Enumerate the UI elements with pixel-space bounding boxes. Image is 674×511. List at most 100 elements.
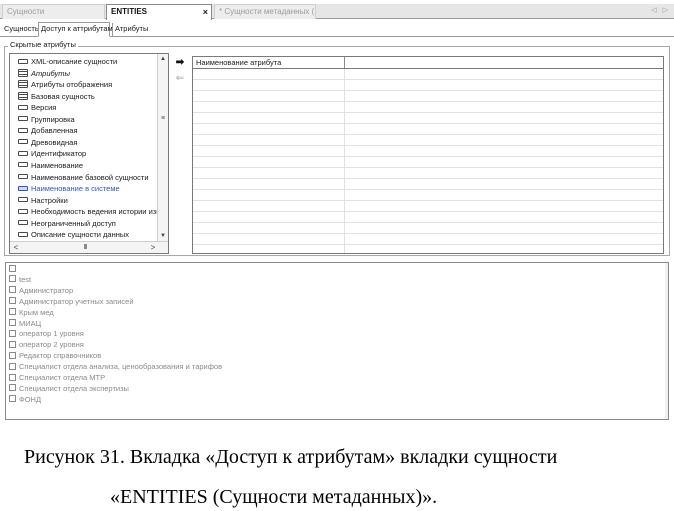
list-item[interactable]: Базовая сущность (18, 91, 158, 103)
column-header-attribute-name[interactable]: Наименование атрибута (196, 57, 281, 69)
tab-scroll-arrows-icon[interactable]: ◁ ▷ (651, 4, 670, 19)
role-label: МИАЦ (19, 318, 42, 328)
table-icon (18, 68, 28, 77)
attribute-label: Древовидная (31, 137, 78, 147)
list-item[interactable]: Наименование в системе (18, 183, 158, 195)
role-checkbox[interactable] (9, 264, 16, 272)
role-checkbox[interactable] (9, 297, 16, 305)
horizontal-scrollbar[interactable]: < III > (10, 241, 168, 253)
doc-tab-entities[interactable]: ENTITIES × (106, 4, 212, 20)
list-item[interactable]: Настройки (18, 195, 158, 207)
role-label: Крым мед (19, 307, 54, 317)
field-icon (18, 231, 28, 237)
scroll-right-icon[interactable]: > (148, 242, 158, 253)
role-item[interactable]: Специалист отдела экспертизы (9, 384, 129, 395)
role-item[interactable]: МИАЦ (9, 319, 41, 330)
list-item[interactable]: Идентификатор (18, 148, 158, 160)
role-item[interactable]: test (9, 275, 31, 286)
attribute-label: Добавленная (31, 126, 78, 136)
hscroll-grip-icon[interactable]: III (80, 242, 90, 253)
grid-rows (193, 69, 663, 253)
list-item[interactable]: XML-описание сущности (18, 56, 158, 68)
list-item[interactable]: Атрибуты (18, 68, 158, 80)
figure-caption-line-1: Рисунок 31. Вкладка «Доступ к атрибутам»… (24, 446, 558, 468)
role-checkbox[interactable] (9, 395, 16, 403)
role-checkbox[interactable] (9, 384, 16, 392)
attribute-items: XML-описание сущности Атрибуты Атрибуты от… (10, 54, 158, 242)
scroll-up-icon[interactable]: ▲ (158, 54, 168, 65)
scroll-left-icon[interactable]: < (11, 242, 21, 253)
role-checkbox[interactable] (9, 319, 16, 327)
table-icon (18, 91, 28, 100)
list-item[interactable]: Наименование (18, 160, 158, 172)
doc-tab-label: * Сущности метаданных (... (219, 7, 316, 16)
attribute-label: Группировка (31, 114, 75, 124)
role-label: Специалист отдела экспертизы (19, 383, 129, 393)
list-item[interactable]: Неограниченный доступ (18, 218, 158, 230)
role-checkbox[interactable] (9, 275, 16, 283)
attribute-label: Версия (31, 103, 57, 113)
role-label: оператор 2 уровня (19, 340, 84, 350)
add-attribute-arrow-icon[interactable]: ➡ (174, 57, 186, 69)
list-item[interactable]: Группировка (18, 114, 158, 126)
role-item[interactable]: оператор 1 уровня (9, 329, 84, 340)
attribute-grid[interactable]: Наименование атрибута (192, 56, 664, 254)
attribute-label: Необходимость ведения истории изменений (31, 207, 158, 217)
attribute-label: Неограниченный доступ (31, 218, 116, 228)
role-checkbox[interactable] (9, 329, 16, 337)
role-item[interactable]: оператор 2 уровня (9, 340, 84, 351)
attribute-label: Атрибуты (31, 68, 71, 78)
list-item[interactable]: Наименование базовой сущности (18, 172, 158, 184)
role-checkbox[interactable] (9, 340, 16, 348)
scroll-grip-icon[interactable]: ≡ (159, 114, 167, 124)
column-separator[interactable] (344, 57, 345, 68)
doc-tab-metadata-entities[interactable]: * Сущности метаданных (... (214, 4, 316, 19)
figure-caption-line-2: «ENTITIES (Сущности метаданных)». (110, 486, 438, 508)
remove-attribute-arrow-icon[interactable]: ⇐ (174, 73, 186, 85)
tab-entity[interactable]: Сущность (2, 23, 39, 37)
list-item[interactable]: Древовидная (18, 137, 158, 149)
role-checkbox[interactable] (9, 286, 16, 294)
role-item[interactable]: ФОНД (9, 395, 41, 406)
attribute-label: Идентификатор (31, 149, 87, 159)
tab-attributes[interactable]: Атрибуты (112, 23, 148, 37)
list-item[interactable]: Описание сущности данных (18, 229, 158, 241)
role-label: Администратор учетных записей (19, 296, 134, 306)
list-item[interactable]: Необходимость ведения истории изменений (18, 206, 158, 218)
doc-tab-label: Сущности (7, 7, 45, 16)
close-icon[interactable]: × (203, 5, 208, 19)
grid-column-line (344, 69, 345, 253)
hidden-attributes-list[interactable]: XML-описание сущности Атрибуты Атрибуты от… (9, 53, 169, 254)
role-checkbox[interactable] (9, 308, 16, 316)
field-icon (18, 139, 28, 145)
role-item[interactable]: Крым мед (9, 308, 54, 319)
role-label: Администратор (19, 285, 74, 295)
list-item[interactable]: Версия (18, 102, 158, 114)
roles-checklist: test Администратор Администратор учетных з… (5, 262, 669, 420)
role-item[interactable]: Администратор (9, 286, 73, 297)
role-checkbox[interactable] (9, 373, 16, 381)
list-item[interactable]: Атрибуты отображения (18, 79, 158, 91)
role-item[interactable]: Администратор учетных записей (9, 297, 134, 308)
role-item[interactable]: Специалист отдела анализа, ценообразован… (9, 362, 222, 373)
field-icon (18, 208, 28, 214)
role-label: оператор 1 уровня (19, 329, 84, 339)
list-gutter (665, 263, 668, 419)
vertical-scrollbar[interactable]: ▲ ≡ ▼ (157, 54, 168, 242)
doc-tab-entities-list[interactable]: Сущности (2, 4, 105, 19)
entity-subtab-bar: Сущность Доступ к аттрибутам Атрибуты (0, 21, 674, 37)
attribute-label: Атрибуты отображения (31, 80, 113, 90)
role-item[interactable] (9, 264, 19, 275)
attribute-label: Наименование базовой сущности (31, 172, 149, 182)
role-item[interactable]: Специалист отдела МТР (9, 373, 105, 384)
role-checkbox[interactable] (9, 362, 16, 370)
tab-attribute-access[interactable]: Доступ к аттрибутам (38, 22, 113, 37)
list-item[interactable]: Добавленная (18, 125, 158, 137)
group-caption: Скрытые атрибуты (8, 40, 78, 49)
field-icon (18, 104, 28, 110)
role-item[interactable]: Редактор справочников (9, 351, 101, 362)
role-checkbox[interactable] (9, 351, 16, 359)
attribute-label: Базовая сущность (31, 91, 95, 101)
attribute-label: Наименование в системе (31, 184, 120, 194)
role-label: Редактор справочников (19, 351, 102, 361)
